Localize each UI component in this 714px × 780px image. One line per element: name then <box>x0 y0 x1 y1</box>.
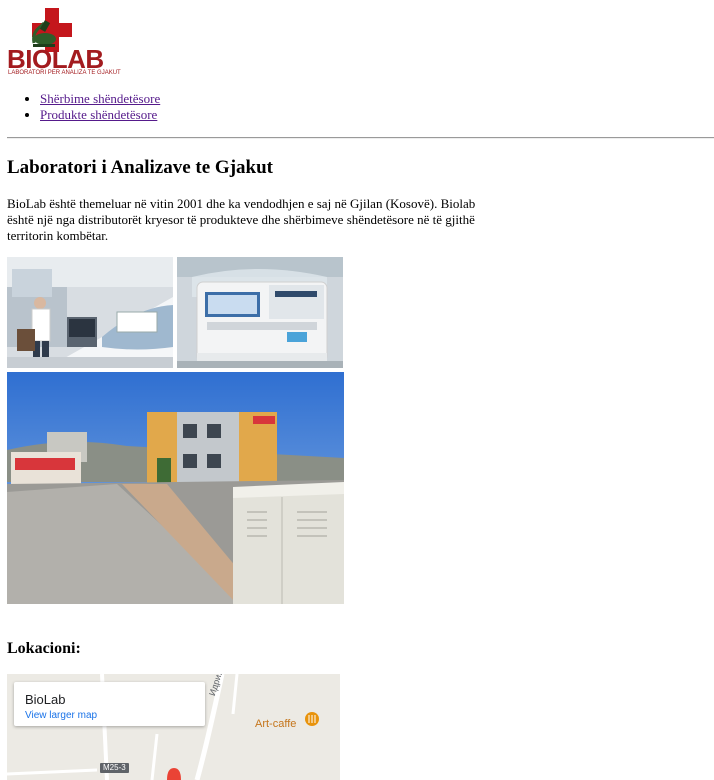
analyzer-machine-photo <box>177 257 343 368</box>
restaurant-icon <box>308 715 318 725</box>
page: BIOLAB LABORATORI PER ANALIZA TE GJAKUT … <box>0 0 714 780</box>
building-exterior-photo <box>7 372 344 604</box>
nav-link-services[interactable]: Shërbime shëndetësore <box>40 91 160 106</box>
location-heading: Lokacioni: <box>7 640 81 657</box>
main-nav: Shërbime shëndetësore Produkte shëndetës… <box>0 91 160 123</box>
map-place-card: BioLab View larger map <box>14 682 205 726</box>
embedded-map[interactable]: BioLab View larger map Идриза С Art-caff… <box>7 674 340 780</box>
nav-link-products[interactable]: Produkte shëndetësore <box>40 107 157 122</box>
view-larger-map-link[interactable]: View larger map <box>25 710 97 721</box>
map-place-name: BioLab <box>25 692 66 707</box>
nav-item-products: Produkte shëndetësore <box>40 107 160 123</box>
intro-paragraph: BioLab është themeluar në vitin 2001 dhe… <box>7 196 476 243</box>
nav-item-services: Shërbime shëndetësore <box>40 91 160 107</box>
biolab-logo[interactable]: BIOLAB LABORATORI PER ANALIZA TE GJAKUT <box>7 8 121 78</box>
map-poi-label[interactable]: Art-caffe <box>255 718 296 730</box>
logo-brand-text: BIOLAB <box>7 44 104 74</box>
route-badge: M25-3 <box>100 763 129 773</box>
logo-tagline: LABORATORI PER ANALIZA TE GJAKUT <box>8 70 121 76</box>
page-title: Laboratori i Analizave te Gjakut <box>7 157 273 178</box>
lab-technician-photo <box>7 257 173 368</box>
map-pin-icon[interactable] <box>167 768 181 780</box>
horizontal-divider <box>7 137 714 139</box>
